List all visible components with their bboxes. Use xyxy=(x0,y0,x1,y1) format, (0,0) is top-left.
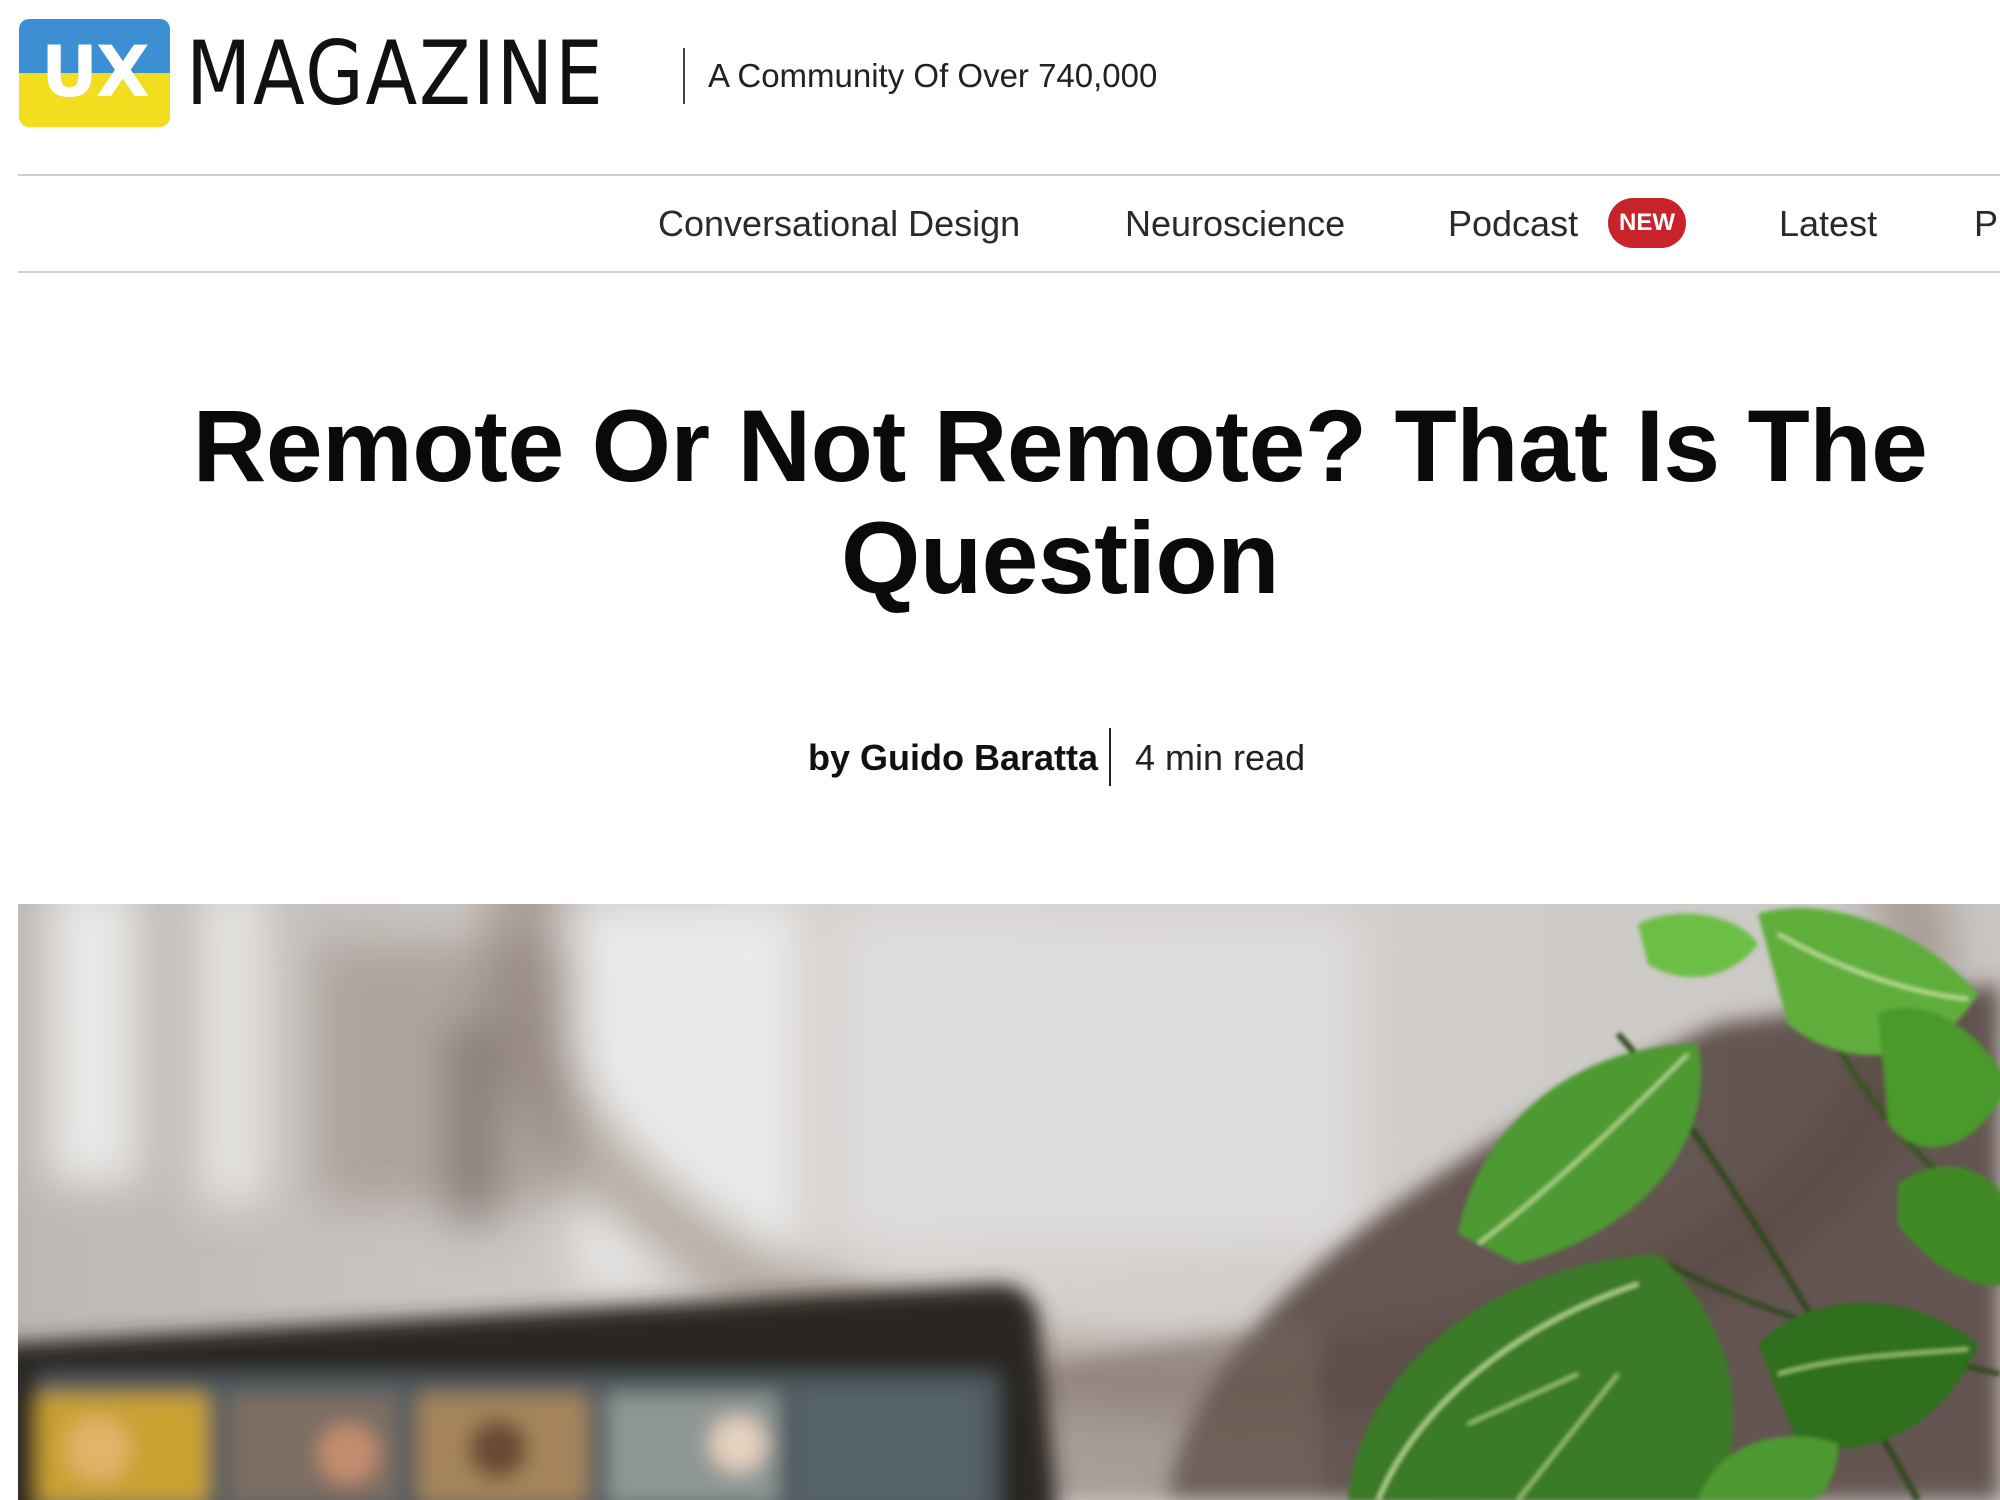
hero-image xyxy=(18,904,2000,1500)
article-title: Remote Or Not Remote? That Is The Questi… xyxy=(192,389,1928,615)
nav-bottom-divider xyxy=(18,271,2000,273)
new-badge: NEW xyxy=(1608,198,1686,248)
article-byline: by Guido Baratta 4 min read xyxy=(0,728,2000,788)
nav-item-podcast[interactable]: Podcast xyxy=(1448,202,1578,246)
byline-separator xyxy=(1109,728,1111,786)
author-link[interactable]: by Guido Baratta xyxy=(808,737,1098,779)
header-divider xyxy=(683,48,685,104)
logo-wordmark[interactable]: MAGAZINE xyxy=(186,26,605,122)
nav-item-truncated[interactable]: P xyxy=(1974,202,1998,246)
nav-item-conversational-design[interactable]: Conversational Design xyxy=(658,202,1020,246)
site-tagline: A Community Of Over 740,000 xyxy=(708,57,1158,94)
main-nav: Conversational Design Neuroscience Podca… xyxy=(0,176,2000,271)
nav-item-neuroscience[interactable]: Neuroscience xyxy=(1125,202,1345,246)
site-header: UX MAGAZINE A Community Of Over 740,000 xyxy=(0,0,2000,174)
read-time: 4 min read xyxy=(1135,737,1306,778)
logo-mark-text: UX xyxy=(41,31,150,113)
nav-item-latest[interactable]: Latest xyxy=(1779,202,1877,246)
ux-logo[interactable]: UX xyxy=(19,19,170,127)
